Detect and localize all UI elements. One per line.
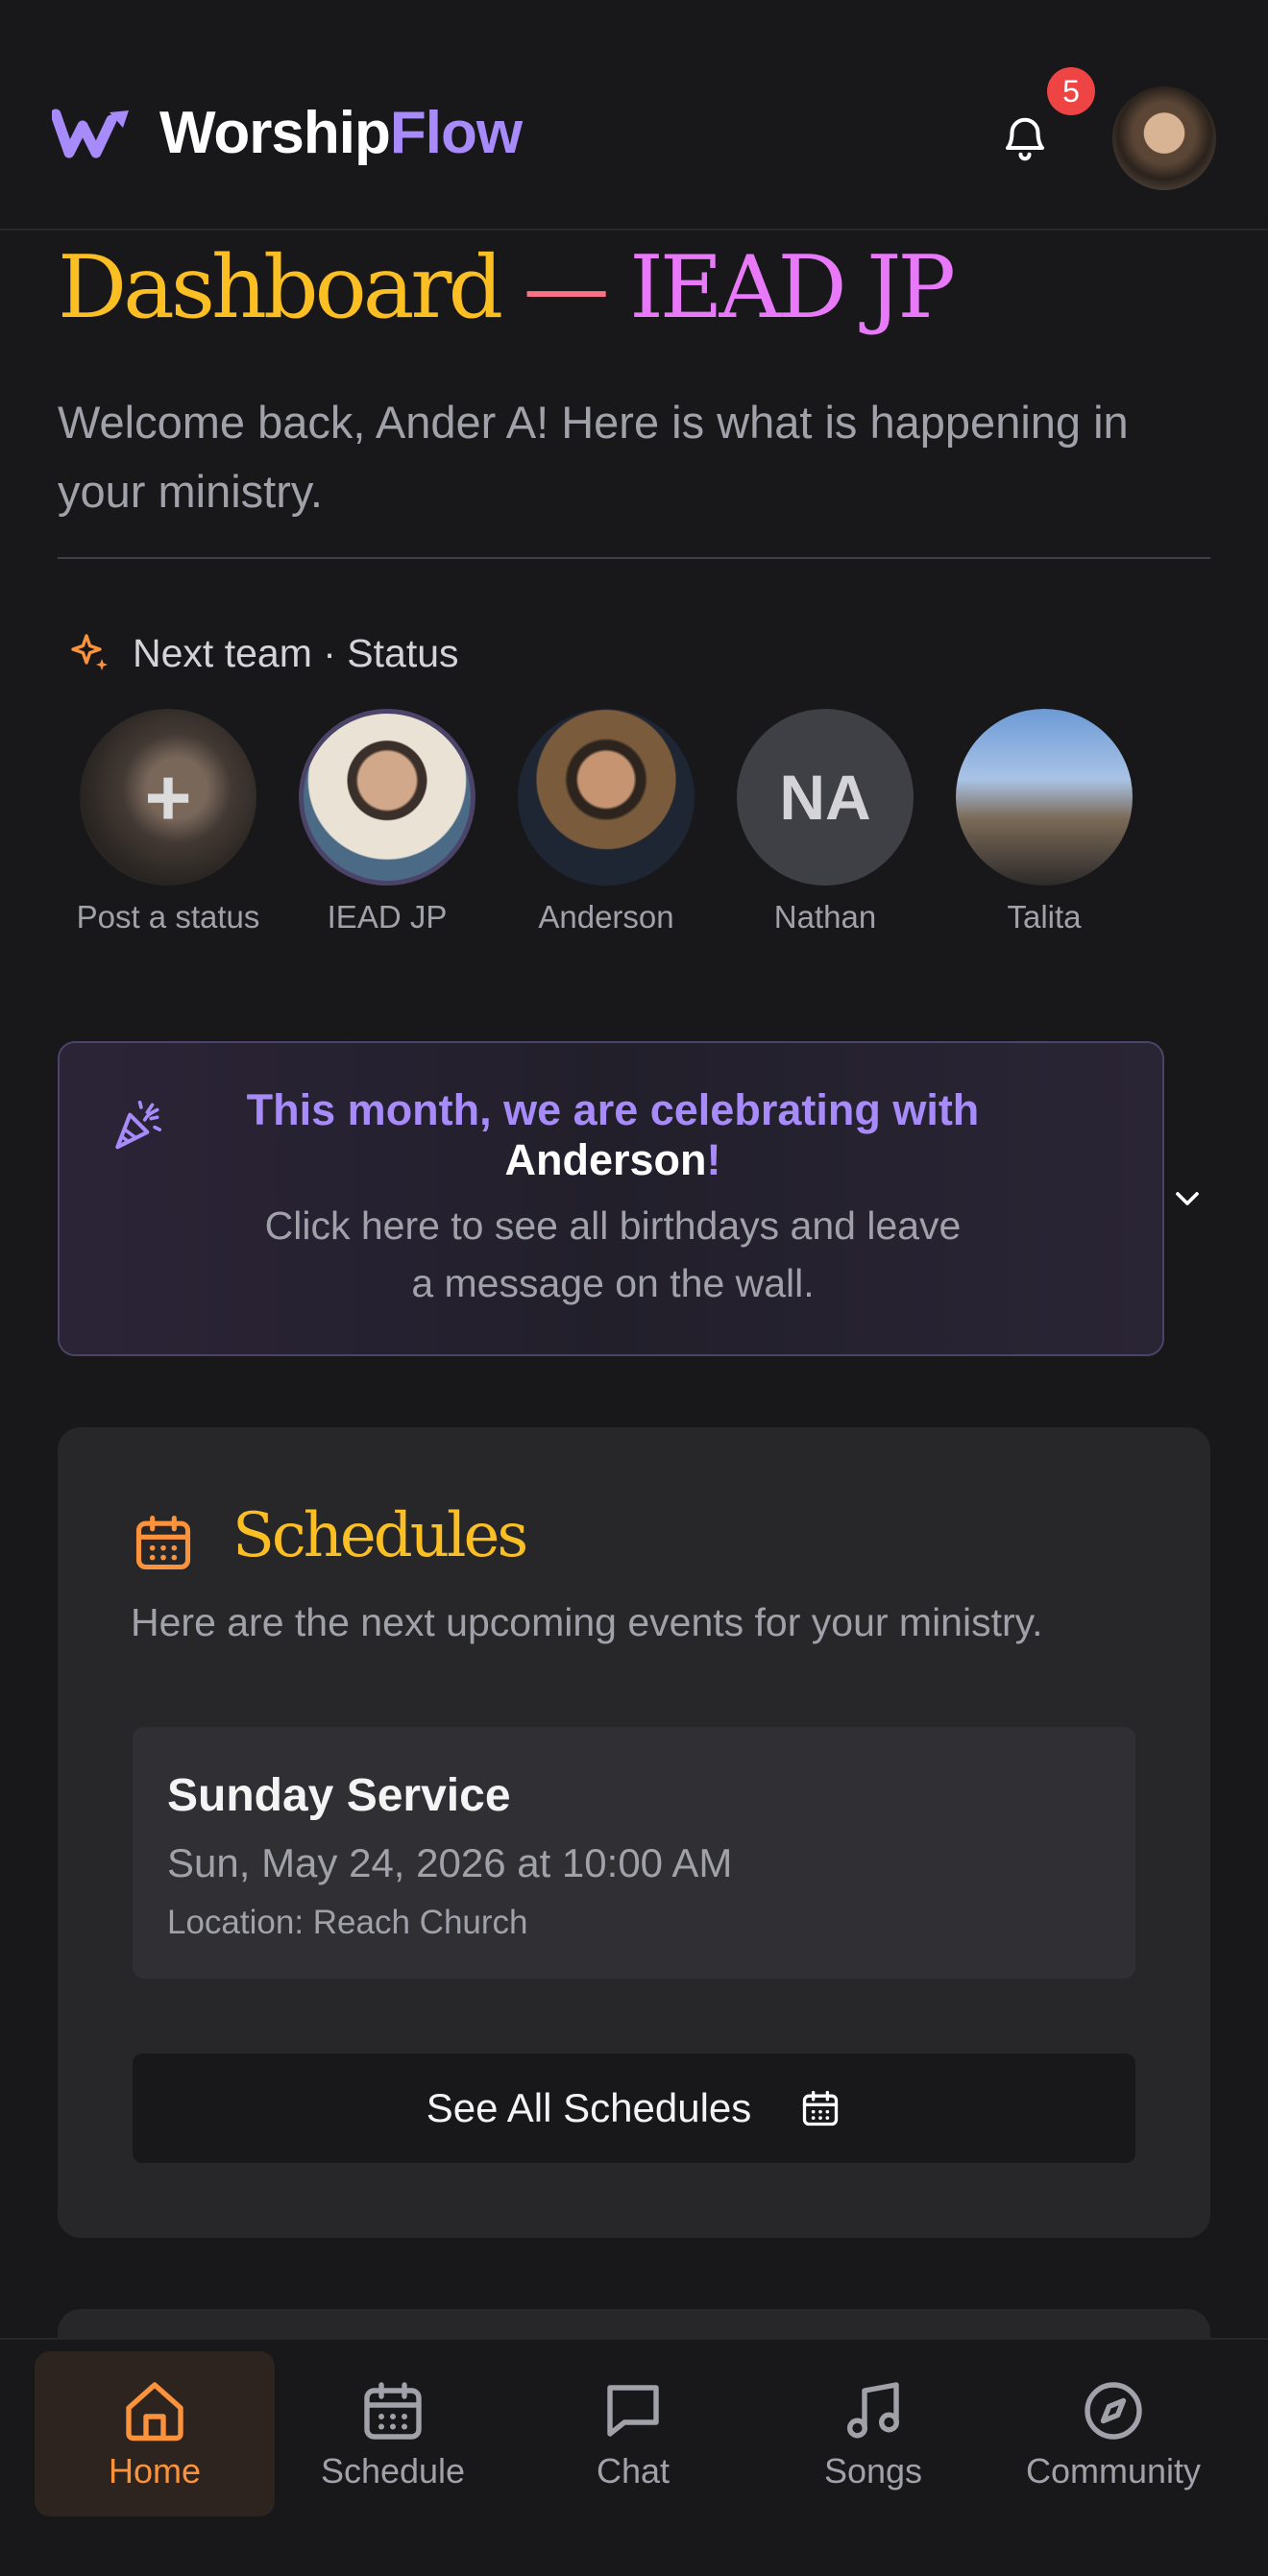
divider bbox=[58, 557, 1210, 559]
status-stories: + Post a status IEAD JP Anderson NA Nath… bbox=[67, 709, 1220, 959]
story-nathan[interactable]: NA Nathan bbox=[724, 709, 926, 936]
story-name: Nathan bbox=[773, 899, 877, 935]
calendar-icon bbox=[803, 2090, 839, 2126]
story-iead-jp[interactable]: IEAD JP bbox=[286, 709, 488, 936]
worshipflow-logo-icon bbox=[52, 109, 129, 158]
story-name: Post a status bbox=[76, 899, 260, 935]
birthday-banner[interactable]: This month, we are celebrating with Ande… bbox=[58, 1041, 1164, 1356]
page-title: Dashboard — IEAD JP bbox=[58, 237, 956, 338]
event-location: Location: Reach Church bbox=[167, 1904, 528, 1941]
story-avatar bbox=[956, 709, 1133, 886]
compass-icon bbox=[1085, 2382, 1142, 2440]
nav-songs[interactable]: Songs bbox=[753, 2351, 993, 2516]
story-avatar: + bbox=[80, 709, 256, 886]
nav-schedule[interactable]: Schedule bbox=[273, 2351, 513, 2516]
story-talita[interactable]: Talita bbox=[943, 709, 1145, 936]
sparkles-icon bbox=[71, 634, 108, 670]
status-heading: Next team · Status bbox=[67, 630, 459, 676]
nav-chat[interactable]: Chat bbox=[513, 2351, 753, 2516]
birthday-heading: This month, we are celebrating with bbox=[246, 1085, 980, 1134]
see-all-label: See All Schedules bbox=[426, 2085, 752, 2130]
story-post-status[interactable]: + Post a status bbox=[67, 709, 269, 936]
nav-label: Chat bbox=[596, 2451, 671, 2491]
brand-name: WorshipFlow bbox=[159, 100, 523, 166]
story-avatar-initials: NA bbox=[737, 709, 914, 886]
schedules-heading: Schedules bbox=[232, 1500, 528, 1571]
dashboard-page: WorshipFlow 5 Dashboard — IEAD JP Welcom… bbox=[0, 0, 1268, 2576]
notification-bell-icon[interactable] bbox=[999, 113, 1051, 165]
chat-icon bbox=[607, 2385, 659, 2437]
birthday-person: Anderson bbox=[504, 1135, 707, 1184]
app-logo[interactable]: WorshipFlow bbox=[52, 100, 523, 166]
calendar-icon bbox=[135, 1515, 191, 1570]
story-avatar bbox=[299, 709, 476, 886]
plus-icon: + bbox=[144, 751, 192, 842]
nav-label: Schedule bbox=[320, 2451, 466, 2491]
nav-label: Songs bbox=[823, 2451, 923, 2491]
schedules-description: Here are the next upcoming events for yo… bbox=[131, 1600, 1043, 1644]
user-avatar[interactable] bbox=[1112, 86, 1216, 190]
welcome-message: Welcome back, Ander A! Here is what is h… bbox=[58, 397, 1129, 517]
nav-label: Community bbox=[1025, 2451, 1202, 2491]
birthday-description: Click here to see all birthdays and leav… bbox=[264, 1203, 962, 1305]
story-name: IEAD JP bbox=[327, 899, 448, 935]
event-datetime: Sun, May 24, 2026 at 10:00 AM bbox=[167, 1840, 733, 1885]
event-name: Sunday Service bbox=[167, 1770, 511, 1821]
music-icon bbox=[847, 2382, 899, 2439]
home-icon bbox=[126, 2382, 183, 2442]
birthday-name-line: Anderson! bbox=[504, 1135, 721, 1184]
story-anderson[interactable]: Anderson bbox=[505, 709, 707, 936]
schedules-card: Schedules Here are the next upcoming eve… bbox=[58, 1427, 1210, 2238]
story-name: Talita bbox=[1007, 899, 1082, 935]
notification-count-badge: 5 bbox=[1047, 67, 1095, 115]
app-header: WorshipFlow 5 bbox=[0, 0, 1268, 231]
calendar-icon bbox=[364, 2382, 422, 2440]
chevron-down-icon[interactable] bbox=[1168, 1179, 1207, 1218]
nav-community[interactable]: Community bbox=[993, 2351, 1233, 2516]
nav-home[interactable]: Home bbox=[35, 2351, 275, 2516]
story-avatar bbox=[518, 709, 695, 886]
nav-label: Home bbox=[108, 2451, 202, 2491]
bottom-nav: Home Schedule Chat Songs Community bbox=[0, 2338, 1268, 2576]
event-item[interactable]: Sunday Service Sun, May 24, 2026 at 10:0… bbox=[133, 1727, 1135, 1979]
see-all-schedules-button[interactable]: See All Schedules bbox=[133, 2054, 1135, 2163]
story-name: Anderson bbox=[538, 899, 674, 935]
